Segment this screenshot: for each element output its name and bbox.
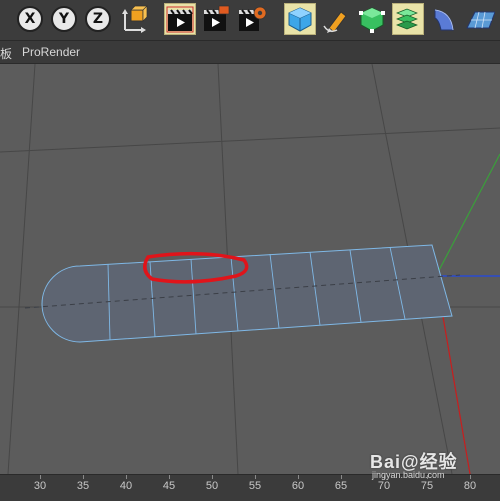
point-cube-icon <box>359 7 385 33</box>
ruler-tick: 70 <box>377 480 391 492</box>
ruler-tick: 75 <box>420 480 434 492</box>
3d-viewport[interactable] <box>0 64 500 474</box>
coordinate-system-button[interactable] <box>118 3 150 35</box>
coordinate-system-icon <box>122 5 148 33</box>
menu-item-panel[interactable]: 板 <box>0 45 12 62</box>
lock-x-axis-button[interactable]: X <box>14 3 46 35</box>
main-toolbar: X Y Z <box>0 0 500 41</box>
baidu-watermark: Bai@经验 jingyan.baidu.com <box>370 448 458 480</box>
ruler-tick: 35 <box>76 480 90 492</box>
render-settings-button[interactable] <box>236 3 268 35</box>
viewport-menubar: 板 ProRender <box>0 41 500 64</box>
model-mode-button[interactable] <box>284 3 316 35</box>
ruler-tick: 60 <box>291 480 305 492</box>
render-picture-viewer-icon <box>204 5 230 31</box>
points-mode-button[interactable] <box>356 3 388 35</box>
y-axis-line <box>435 153 500 277</box>
viewport-canvas <box>0 64 500 474</box>
render-view-button[interactable] <box>164 3 196 35</box>
ruler-tick: 65 <box>334 480 348 492</box>
edit-render-object-button[interactable] <box>320 3 352 35</box>
grid-plane-icon <box>466 11 495 29</box>
render-to-picture-viewer-button[interactable] <box>200 3 232 35</box>
ruler-tick: 50 <box>205 480 219 492</box>
ruler-tick: 40 <box>119 480 133 492</box>
x-axis-label: X <box>17 6 43 32</box>
y-axis-label: Y <box>51 6 77 32</box>
z-axis-label: Z <box>85 6 111 32</box>
workplane-button[interactable] <box>464 3 496 35</box>
lock-y-axis-button[interactable]: Y <box>48 3 80 35</box>
ruler-tick: 80 <box>463 480 477 492</box>
ruler-tick: 55 <box>248 480 262 492</box>
render-view-icon <box>166 6 194 33</box>
render-settings-icon <box>239 6 267 31</box>
uv-shape-icon <box>434 9 454 31</box>
lock-z-axis-button[interactable]: Z <box>82 3 114 35</box>
cube-icon <box>288 7 312 32</box>
polygons-mode-button[interactable] <box>392 3 424 35</box>
ruler-tick: 30 <box>33 480 47 492</box>
ruler-tick: 45 <box>162 480 176 492</box>
uv-edit-button[interactable] <box>428 3 460 35</box>
pen-icon <box>323 11 347 33</box>
polygon-stack-icon <box>396 8 418 30</box>
menu-item-prorender[interactable]: ProRender <box>22 45 80 59</box>
watermark-url: jingyan.baidu.com <box>372 470 445 480</box>
